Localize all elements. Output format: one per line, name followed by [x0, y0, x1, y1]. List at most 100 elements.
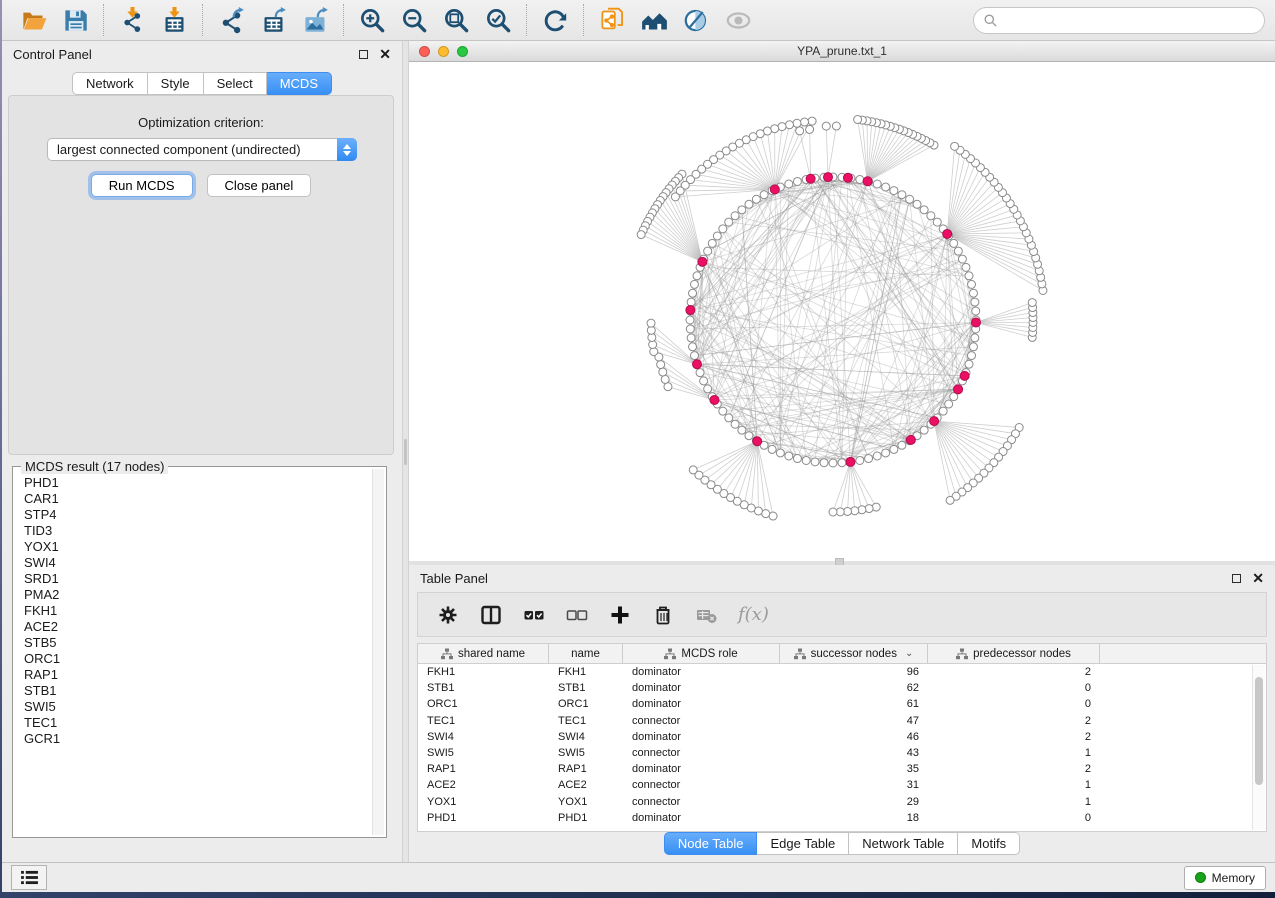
settings-icon: [437, 604, 459, 626]
mcds-result-item[interactable]: SWI4: [24, 555, 371, 571]
table-row[interactable]: STB1STB1dominator620: [418, 680, 1252, 696]
criterion-dropdown[interactable]: largest connected component (undirected): [47, 138, 357, 161]
zoom-fit-button[interactable]: [435, 3, 477, 37]
close-table-panel-icon[interactable]: ✕: [1252, 573, 1264, 583]
table-cell: RAP1: [418, 763, 549, 775]
table-row[interactable]: SWI4SWI4dominator462: [418, 729, 1252, 745]
tab-network[interactable]: Network: [72, 72, 148, 95]
search-box[interactable]: [973, 7, 1265, 34]
table-cell: TEC1: [418, 715, 549, 727]
table-row[interactable]: SWI5SWI5connector431: [418, 745, 1252, 761]
close-window-icon[interactable]: [419, 46, 430, 57]
tab-edge-table[interactable]: Edge Table: [757, 832, 849, 855]
mcds-result-item[interactable]: SWI5: [24, 699, 371, 715]
clone-network-button[interactable]: [591, 3, 633, 37]
attribute-icon: [664, 648, 676, 660]
mcds-result-item[interactable]: ACE2: [24, 619, 371, 635]
export-image-button[interactable]: [294, 3, 336, 37]
table-row[interactable]: ACE2ACE2connector311: [418, 777, 1252, 793]
tab-style[interactable]: Style: [148, 72, 204, 95]
table-scrollbar-thumb[interactable]: [1255, 677, 1263, 785]
close-panel-icon[interactable]: ✕: [379, 49, 391, 59]
table-cell: dominator: [623, 812, 780, 824]
criterion-value: largest connected component (undirected): [48, 142, 337, 157]
settings-button[interactable]: [437, 604, 459, 626]
close-panel-button[interactable]: Close panel: [207, 174, 312, 197]
mcds-result-item[interactable]: RAP1: [24, 667, 371, 683]
table-row[interactable]: FKH1FKH1dominator962: [418, 664, 1252, 680]
column-header-predecessor-nodes[interactable]: predecessor nodes: [928, 644, 1100, 663]
table-row[interactable]: RAP1RAP1dominator352: [418, 761, 1252, 777]
network-graph[interactable]: [409, 62, 1275, 561]
run-mcds-button[interactable]: Run MCDS: [91, 174, 193, 197]
tab-select[interactable]: Select: [204, 72, 267, 95]
float-panel-icon[interactable]: [359, 50, 368, 59]
mcds-result-item[interactable]: FKH1: [24, 603, 371, 619]
table-row[interactable]: PHD1PHD1dominator180: [418, 810, 1252, 826]
attribute-icon: [794, 648, 806, 660]
delete-column-button[interactable]: [652, 604, 674, 626]
table-row[interactable]: TEC1TEC1connector472: [418, 713, 1252, 729]
refresh-view-button[interactable]: [534, 3, 576, 37]
table-scrollbar[interactable]: [1252, 665, 1265, 830]
import-network-button[interactable]: [111, 3, 153, 37]
export-network-button[interactable]: [210, 3, 252, 37]
memory-button[interactable]: Memory: [1184, 866, 1266, 890]
network-canvas[interactable]: [409, 62, 1275, 561]
zoom-selected-button[interactable]: [477, 3, 519, 37]
add-column-button[interactable]: [609, 604, 631, 626]
table-cell: 2: [928, 763, 1100, 775]
first-neighbors-button[interactable]: [633, 3, 675, 37]
network-titlebar[interactable]: YPA_prune.txt_1: [409, 41, 1275, 62]
table-row[interactable]: ORC1ORC1dominator610: [418, 696, 1252, 712]
save-session-button[interactable]: [54, 3, 96, 37]
mcds-result-item[interactable]: STB1: [24, 683, 371, 699]
mcds-result-item[interactable]: CAR1: [24, 491, 371, 507]
mcds-result-item[interactable]: PHD1: [24, 475, 371, 491]
table-cell: PHD1: [549, 812, 623, 824]
tab-node-table[interactable]: Node Table: [664, 832, 758, 855]
minimize-window-icon[interactable]: [438, 46, 449, 57]
result-scrollbar[interactable]: [372, 469, 384, 835]
tab-mcds[interactable]: MCDS: [267, 72, 332, 95]
dominator-nodes[interactable]: [686, 173, 981, 467]
tab-network-table[interactable]: Network Table: [849, 832, 958, 855]
mcds-result-item[interactable]: STP4: [24, 507, 371, 523]
toggle-details-button[interactable]: [675, 3, 717, 37]
mcds-result-item[interactable]: TEC1: [24, 715, 371, 731]
column-header-successor-nodes[interactable]: successor nodes⌄: [780, 644, 928, 663]
show-hide-button[interactable]: [717, 3, 759, 37]
column-header-shared-name[interactable]: shared name: [418, 644, 549, 663]
mcds-result-item[interactable]: GCR1: [24, 731, 371, 747]
zoom-in-button[interactable]: [351, 3, 393, 37]
mcds-result-item[interactable]: STB5: [24, 635, 371, 651]
column-header-MCDS-role[interactable]: MCDS role: [623, 644, 780, 663]
column-header-name[interactable]: name: [549, 644, 623, 663]
choose-columns-button[interactable]: [480, 604, 502, 626]
maximize-window-icon[interactable]: [457, 46, 468, 57]
table-row[interactable]: YOX1YOX1connector291: [418, 794, 1252, 810]
table-tabs: Node TableEdge TableNetwork TableMotifs: [409, 832, 1275, 855]
mcds-result-item[interactable]: SRD1: [24, 571, 371, 587]
search-input[interactable]: [1004, 13, 1255, 28]
task-history-button[interactable]: [11, 865, 47, 890]
table-cell: SWI4: [549, 731, 623, 743]
mcds-result-item[interactable]: ORC1: [24, 651, 371, 667]
deselect-all-rows-button[interactable]: [566, 604, 588, 626]
export-table-button[interactable]: [252, 3, 294, 37]
zoom-out-button[interactable]: [393, 3, 435, 37]
import-table-button[interactable]: [153, 3, 195, 37]
open-file-button[interactable]: [12, 3, 54, 37]
vertical-splitter[interactable]: [402, 41, 409, 862]
table-panel: Table Panel ✕ f(x) shared namenameMCDS r…: [409, 565, 1275, 862]
tab-motifs[interactable]: Motifs: [958, 832, 1020, 855]
mcds-result-item[interactable]: TID3: [24, 523, 371, 539]
float-table-panel-icon[interactable]: [1232, 574, 1241, 583]
table-cell: TEC1: [549, 715, 623, 727]
table-cell: 43: [780, 747, 928, 759]
mcds-result-item[interactable]: YOX1: [24, 539, 371, 555]
mcds-result-item[interactable]: PMA2: [24, 587, 371, 603]
splitter-grip[interactable]: [404, 439, 407, 465]
select-all-rows-button[interactable]: [523, 604, 545, 626]
table-cell: 2: [928, 666, 1100, 678]
